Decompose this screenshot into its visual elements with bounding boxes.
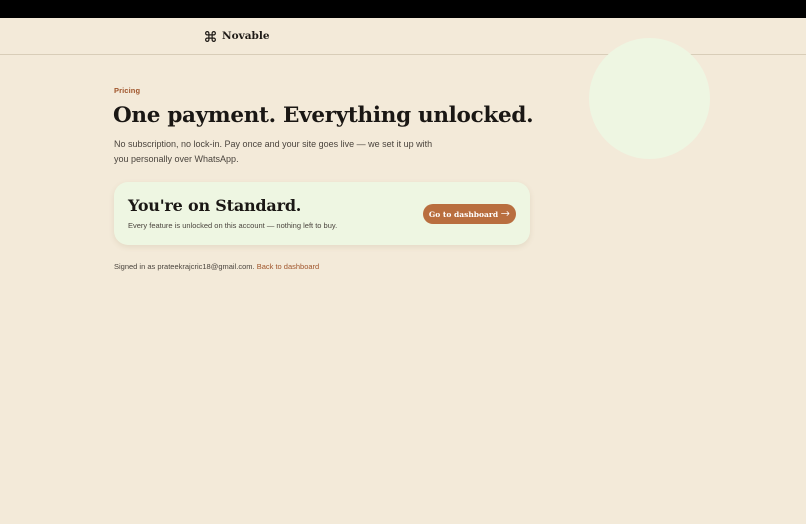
plan-title: You're on Standard.: [128, 196, 302, 215]
go-to-dashboard-label: Go to dashboard: [428, 209, 499, 219]
decorative-circle: [589, 38, 710, 159]
section-eyebrow: Pricing: [114, 86, 141, 95]
signed-in-text: Signed in as prateekrajcric18@gmail.com.: [114, 262, 255, 271]
brand-logo[interactable]: Novable: [204, 28, 270, 44]
current-plan-card: You're on Standard. Every feature is unl…: [114, 182, 530, 245]
command-icon: [204, 30, 217, 43]
brand-name: Novable: [222, 30, 270, 42]
arrow-right-icon: [501, 210, 510, 219]
back-to-dashboard-link[interactable]: Back to dashboard: [257, 262, 320, 271]
plan-note: Every feature is unlocked on this accoun…: [128, 221, 338, 230]
go-to-dashboard-button[interactable]: Go to dashboard: [423, 204, 516, 224]
page-title: One payment. Everything unlocked.: [113, 103, 534, 128]
window-top-bar: [0, 0, 806, 18]
signed-in-footer: Signed in as prateekrajcric18@gmail.com.…: [114, 262, 319, 271]
page-subtitle: No subscription, no lock-in. Pay once an…: [114, 139, 433, 164]
